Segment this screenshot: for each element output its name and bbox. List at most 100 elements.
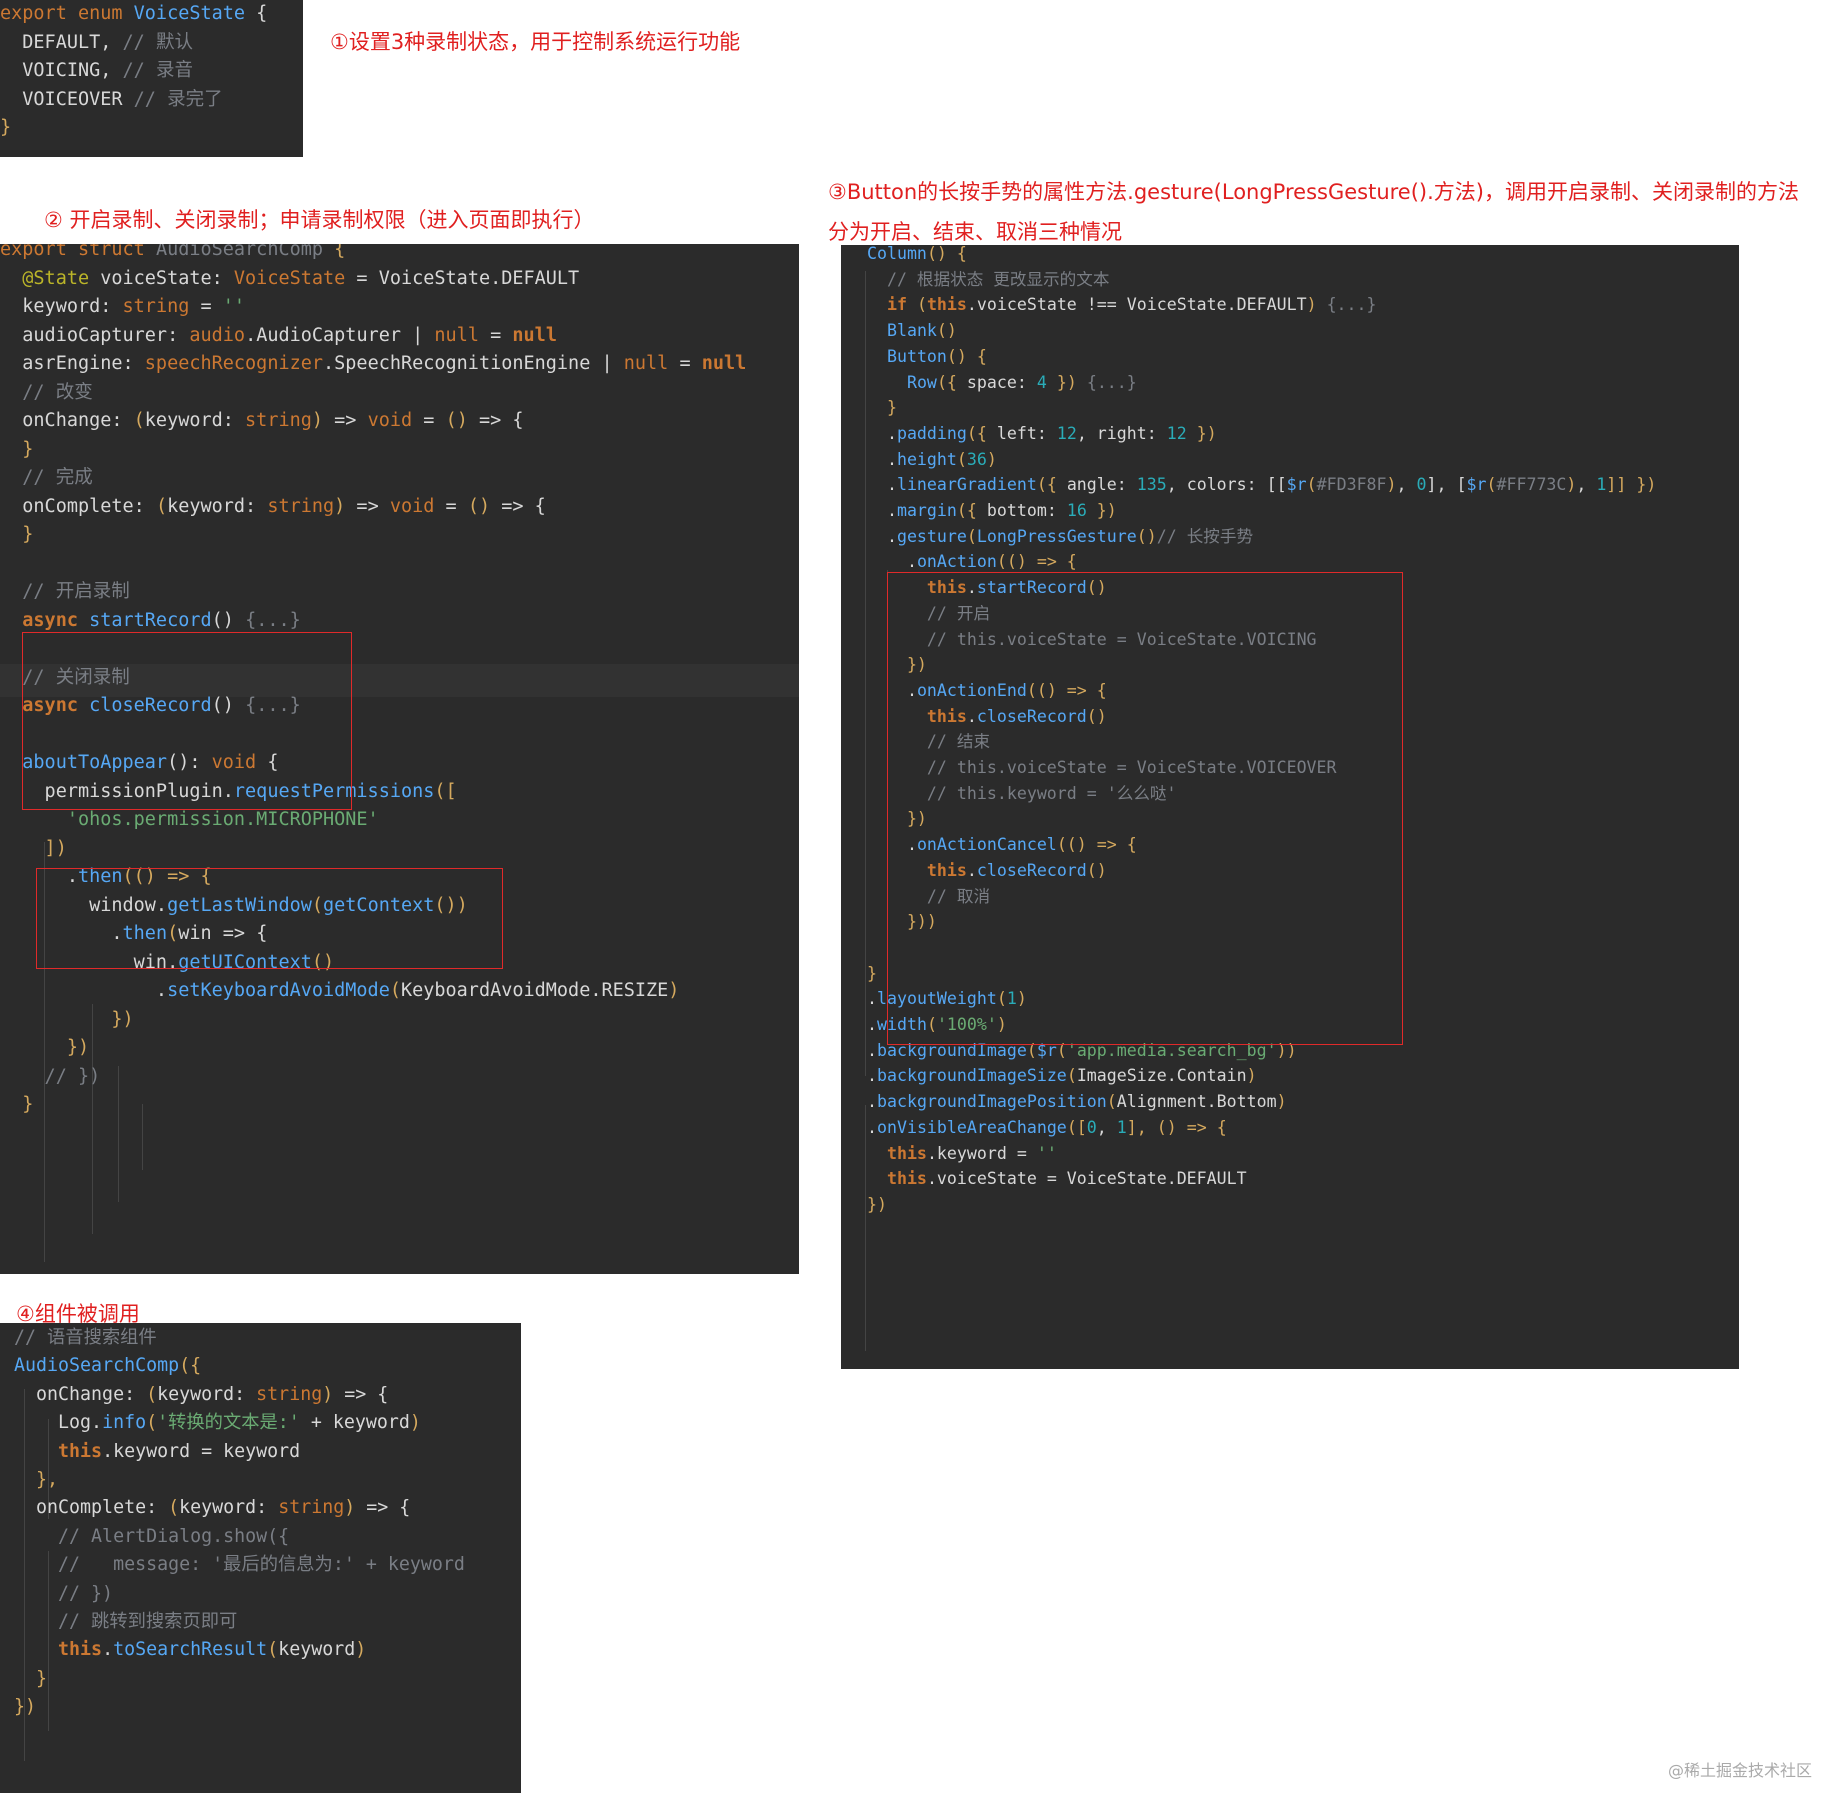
code-token: . — [847, 1040, 877, 1060]
code-token: ( — [155, 495, 168, 517]
code-token: => { — [355, 1497, 411, 1519]
code-line: // }) — [0, 1063, 101, 1092]
code-token: }) — [1086, 501, 1117, 520]
code-token: => { — [333, 1383, 389, 1405]
code-token: } — [847, 963, 877, 983]
code-token: ({ — [1036, 475, 1067, 495]
code-token: . — [847, 526, 897, 546]
code-line: } — [847, 395, 897, 421]
code-token: ([ — [1066, 1117, 1087, 1137]
code-token: void — [367, 410, 413, 431]
code-token: // 跳转到搜索页即可 — [0, 1611, 238, 1632]
code-line: 'ohos.permission.MICROPHONE' — [0, 806, 379, 835]
code-token: }) — [1186, 423, 1217, 443]
code-token: VoiceState — [133, 3, 246, 24]
code-token: @State — [22, 267, 90, 289]
code-line: } — [0, 521, 33, 550]
code-token: padding — [896, 423, 967, 443]
code-token: . — [847, 989, 877, 1009]
code-line: asrEngine: speechRecognizer.SpeechRecogn… — [0, 350, 746, 379]
code-token: null — [434, 324, 479, 346]
code-token: ( — [133, 410, 145, 431]
code-token: VoiceState — [233, 267, 346, 289]
code-token: $r — [1466, 475, 1487, 495]
code-token: 16 — [1066, 501, 1087, 520]
code-token: keyword: — [179, 1497, 279, 1519]
code-token: ({ — [936, 372, 967, 392]
code-line: VOICEOVER // 录完了 — [0, 86, 222, 115]
code-token: 12 — [1166, 423, 1187, 443]
code-token: null — [623, 353, 669, 374]
code-line: .backgroundImagePosition(Alignment.Botto… — [847, 1089, 1287, 1115]
code-token: ({ — [956, 501, 987, 520]
code-token: KeyboardAvoidMode.RESIZE — [400, 980, 669, 1001]
code-token: ) — [1276, 1092, 1287, 1112]
code-token: . — [0, 980, 168, 1001]
code-block-usage: // 语音搜索组件 AudioSearchComp({ onChange: (k… — [0, 1323, 521, 1793]
code-token: 'ohos.permission.MICROPHONE' — [66, 809, 379, 830]
code-line: Log.info('转换的文本是:' + keyword) — [0, 1409, 421, 1437]
code-token: , — [1576, 475, 1597, 495]
code-line: .gesture(LongPressGesture()// 长按手势 — [847, 524, 1253, 550]
code-line: keyword: string = '' — [0, 293, 245, 322]
code-token: } — [0, 524, 34, 545]
code-token: {...} — [1086, 372, 1137, 392]
code-token: toSearchResult — [113, 1639, 268, 1661]
code-token: #FF773C — [1496, 475, 1567, 495]
annotation-3-line1: ③Button的长按手势的属性方法.gesture(LongPressGestu… — [828, 180, 1799, 204]
code-token: ) — [1306, 295, 1327, 315]
code-line: } — [0, 436, 33, 465]
code-token: onComplete: — [0, 495, 156, 517]
code-token: ) — [1246, 1066, 1257, 1086]
code-token: } — [36, 1667, 48, 1689]
code-token: VOICEOVER — [0, 88, 134, 110]
code-line: }) — [0, 1034, 89, 1063]
annotation-1: ①设置3种录制状态，用于控制系统运行功能 — [330, 30, 741, 54]
code-token: . — [102, 1639, 114, 1661]
code-line: }) — [847, 1192, 887, 1218]
code-line: if (this.voiceState !== VoiceState.DEFAU… — [847, 292, 1377, 318]
code-line: // 完成 — [0, 464, 92, 493]
code-token: space: — [966, 372, 1037, 392]
code-token: 0 — [1416, 475, 1427, 495]
code-token: }) — [14, 1696, 37, 1718]
code-block-enum: export enum VoiceState { DEFAULT, // 默认 … — [0, 0, 303, 157]
code-token: '' — [1036, 1143, 1057, 1163]
code-token: .voiceState !== VoiceState.DEFAULT — [966, 295, 1307, 315]
code-token: Blank — [886, 321, 937, 341]
code-token: null — [701, 353, 747, 374]
code-token: // 长按手势 — [1156, 526, 1254, 546]
code-token: backgroundImagePosition — [876, 1092, 1107, 1112]
code-token: height — [896, 449, 957, 469]
code-token: { — [323, 244, 346, 260]
code-token: ) — [344, 1497, 356, 1519]
code-token: ( — [146, 1412, 158, 1434]
code-token: 0 — [1086, 1117, 1097, 1137]
code-token: ( — [146, 1383, 158, 1405]
code-token: bottom: — [986, 501, 1067, 520]
code-token: = — [478, 324, 513, 346]
code-token: onAction — [916, 552, 997, 572]
code-token: . — [847, 1117, 877, 1137]
code-line: }) — [0, 1006, 133, 1035]
watermark: @稀土掘金技术社区 — [1667, 1761, 1812, 1780]
code-token: 12 — [1056, 423, 1077, 443]
code-token: } — [847, 398, 897, 418]
code-line: Button() { — [847, 344, 987, 370]
code-token: , — [1096, 1117, 1117, 1137]
code-line: Blank() — [847, 318, 957, 344]
highlight-request-permissions — [36, 868, 503, 969]
code-line: // 开启录制 — [0, 578, 129, 607]
code-token: ( — [168, 1497, 180, 1519]
code-token: this — [0, 1440, 103, 1462]
code-line: onComplete: (keyword: string) => void = … — [0, 493, 546, 522]
code-token: () — [467, 495, 491, 517]
code-token: .voiceState = VoiceState.DEFAULT — [926, 1169, 1247, 1189]
code-line: .setKeyboardAvoidMode(KeyboardAvoidMode.… — [0, 977, 680, 1006]
code-token: ) — [1566, 475, 1577, 495]
code-token: audio — [189, 324, 246, 346]
